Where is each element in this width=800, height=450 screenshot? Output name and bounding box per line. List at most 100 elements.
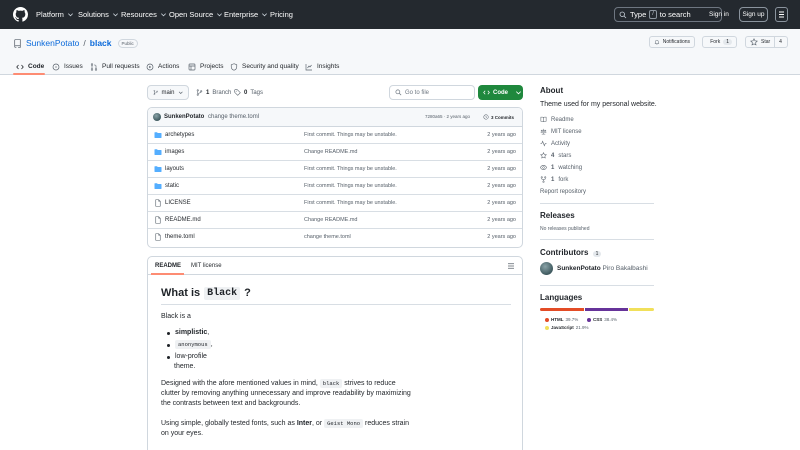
about-link-eye[interactable]: 1 watching (540, 164, 582, 171)
tab-security[interactable]: Security and quality (230, 58, 299, 75)
github-logo-icon[interactable] (13, 7, 28, 22)
file-commit-link[interactable]: Change README.md (304, 217, 358, 223)
language-percent: 38.4% (604, 317, 618, 322)
table-row[interactable]: LICENSE First commit. Things may be unsta… (148, 195, 522, 212)
paragraph-code: black (319, 379, 343, 388)
sign-in-link[interactable]: Sign in (709, 0, 729, 29)
nav-resources[interactable]: Resources (121, 0, 167, 29)
scale-icon (540, 128, 547, 135)
global-header: Platform Solutions Resources Open Source… (0, 0, 800, 29)
tab-label: Projects (200, 63, 224, 70)
nav-platform[interactable]: Platform (36, 0, 74, 29)
file-commit-link[interactable]: Change README.md (304, 149, 358, 155)
tab-issues[interactable]: Issues (52, 58, 83, 75)
readme-panel: README MIT license What is Black ? Black… (147, 256, 523, 450)
issue-icon (52, 63, 60, 70)
file-commit-link[interactable]: change theme.toml (304, 234, 351, 240)
table-row[interactable]: archetypes First commit. Things may be un… (148, 127, 522, 144)
about-link-pulse[interactable]: Activity (540, 140, 570, 147)
table-row[interactable]: static First commit. Things may be unstab… (148, 178, 522, 195)
table-row[interactable]: layouts First commit. Things may be unsta… (148, 161, 522, 178)
about-link-label: fork (558, 176, 569, 183)
file-commit-link[interactable]: First commit. Things may be unstable. (304, 132, 397, 138)
language-percent: 39.7% (565, 317, 579, 322)
nav-open-source[interactable]: Open Source (169, 0, 223, 29)
readme-intro: Black is a (161, 313, 191, 320)
file-commit-link[interactable]: First commit. Things may be unstable. (304, 166, 397, 172)
code-download-button[interactable]: Code (478, 85, 523, 100)
nav-enterprise[interactable]: Enterprise (224, 0, 268, 29)
code-icon (16, 64, 24, 69)
file-age: 2 years ago (487, 149, 516, 155)
tab-label: Security and quality (242, 63, 299, 70)
nav-pricing[interactable]: Pricing (270, 0, 293, 29)
heading-suffix: ? (244, 287, 251, 299)
releases-empty-text: No releases published (540, 226, 590, 232)
contributors-heading[interactable]: Contributors 1 (540, 248, 602, 257)
tab-insights[interactable]: Insights (305, 58, 339, 75)
commit-author-link[interactable]: SunkenPotato (164, 114, 204, 120)
file-name-link[interactable]: images (165, 149, 184, 155)
go-to-file-input[interactable]: Go to file (389, 85, 475, 100)
table-row[interactable]: theme.toml change theme.toml 2 years ago (148, 229, 522, 246)
releases-heading[interactable]: Releases (540, 211, 575, 220)
about-link-fork[interactable]: 1 fork (540, 176, 568, 183)
file-name-link[interactable]: README.md (165, 217, 201, 223)
repo-name-link[interactable]: black (90, 38, 112, 48)
file-name-link[interactable]: static (165, 183, 179, 189)
book-icon (540, 116, 547, 122)
list-continuation: theme. (174, 363, 196, 370)
sidebar-divider (540, 203, 654, 204)
tab-readme[interactable]: README (155, 263, 181, 269)
file-name-link[interactable]: archetypes (165, 132, 194, 138)
about-link-star[interactable]: 4 stars (540, 152, 571, 159)
file-name-link[interactable]: theme.toml (165, 234, 195, 240)
commit-message-link[interactable]: change theme.toml (208, 114, 259, 120)
avatar[interactable] (540, 262, 553, 275)
tab-actions[interactable]: Actions (146, 58, 179, 75)
language-bar-segment (629, 308, 654, 311)
repo-owner-link[interactable]: SunkenPotato (26, 38, 79, 48)
language-item[interactable]: CSS 38.4% (587, 317, 617, 322)
contributor-link[interactable]: SunkenPotato Piro Bakalbashi (557, 265, 648, 272)
notifications-label: Notifications (662, 39, 690, 45)
nav-label: Resources (121, 10, 157, 19)
avatar[interactable] (153, 113, 161, 121)
tab-license[interactable]: MIT license (191, 263, 222, 269)
list-text: low-profile (175, 353, 207, 360)
visibility-badge: Public (117, 38, 138, 48)
nav-solutions[interactable]: Solutions (78, 0, 119, 29)
search-icon (395, 89, 402, 96)
sign-up-button[interactable]: Sign up (739, 7, 768, 22)
tab-label: Pull requests (102, 63, 140, 70)
commit-hash-time[interactable]: 7280a65 · 2 years ago (425, 114, 470, 119)
menu-button[interactable] (775, 7, 788, 22)
list-icon[interactable] (507, 262, 515, 270)
about-link-book[interactable]: Readme (540, 116, 574, 123)
table-row[interactable]: images Change README.md 2 years ago (148, 144, 522, 161)
commits-link[interactable]: 3 Commits (483, 114, 514, 120)
tab-projects[interactable]: Projects (188, 58, 223, 75)
fork-button[interactable]: Fork 1 (702, 36, 737, 48)
star-icon (540, 152, 547, 159)
branch-select[interactable]: main (147, 85, 189, 100)
language-item[interactable]: JavaScript 21.9% (545, 325, 589, 330)
file-commit-link[interactable]: First commit. Things may be unstable. (304, 183, 397, 189)
file-name-link[interactable]: layouts (165, 166, 184, 172)
tab-pull-requests[interactable]: Pull requests (90, 58, 140, 75)
list-punct: , (210, 341, 213, 348)
file-name-link[interactable]: LICENSE (165, 200, 191, 206)
folder-icon (154, 132, 162, 138)
list-code: anonymous (175, 340, 211, 349)
table-row[interactable]: README.md Change README.md 2 years ago (148, 212, 522, 229)
report-repository-link[interactable]: Report repository (540, 189, 586, 195)
star-button[interactable]: Star 4 (745, 36, 788, 48)
about-link-count: 1 (551, 176, 555, 183)
branches-link[interactable]: 1 Branch (196, 85, 231, 100)
language-item[interactable]: HTML 39.7% (545, 317, 578, 322)
search-input[interactable]: Type / to search (614, 7, 722, 22)
file-commit-link[interactable]: First commit. Things may be unstable. (304, 200, 397, 206)
notifications-button[interactable]: Notifications (649, 36, 695, 48)
about-link-scale[interactable]: MIT license (540, 128, 582, 135)
tags-link[interactable]: 0 Tags (234, 85, 263, 100)
